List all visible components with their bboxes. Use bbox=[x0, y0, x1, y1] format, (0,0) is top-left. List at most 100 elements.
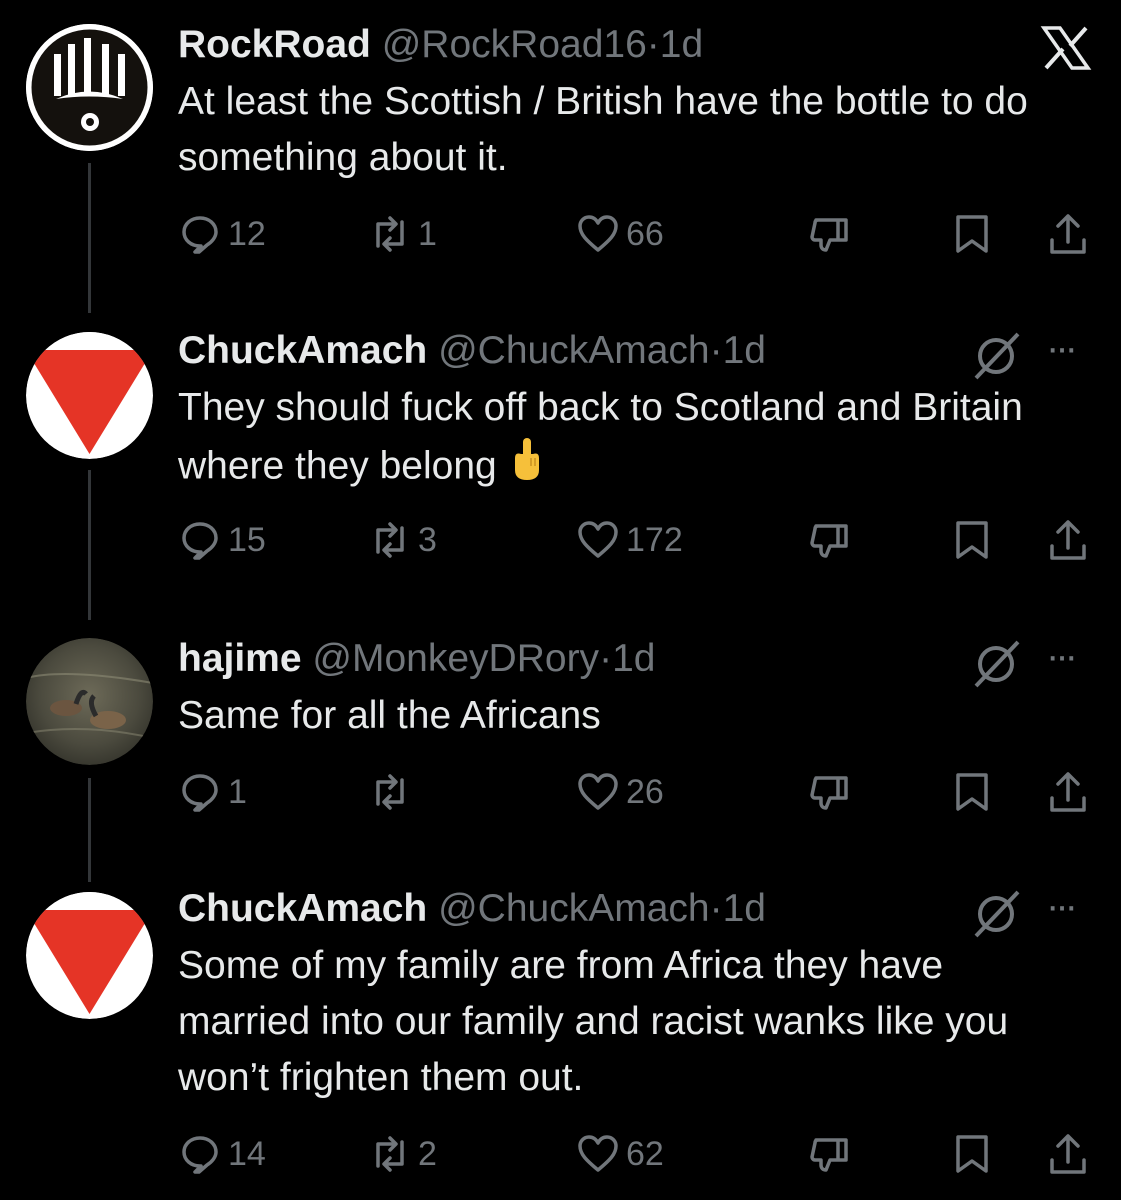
share-button[interactable] bbox=[1046, 210, 1090, 258]
like-count: 62 bbox=[626, 1134, 664, 1173]
thumbs-down-icon bbox=[810, 1138, 848, 1172]
separator: · bbox=[709, 887, 723, 930]
bookmark-icon bbox=[956, 215, 988, 253]
user-handle[interactable]: @ChuckAmach bbox=[438, 329, 710, 372]
tweet-text: Same for all the Africans bbox=[178, 694, 601, 737]
repost-button[interactable]: 3 bbox=[368, 516, 437, 564]
tweet[interactable]: ChuckAmach @ChuckAmach·1d ··· Some of my… bbox=[0, 866, 1121, 1200]
reply-button[interactable]: 12 bbox=[178, 210, 266, 258]
repost-icon bbox=[376, 1136, 404, 1172]
display-name[interactable]: hajime bbox=[178, 637, 302, 680]
timestamp[interactable]: 1d bbox=[612, 637, 655, 680]
dislike-button[interactable] bbox=[808, 516, 852, 564]
like-button[interactable]: 66 bbox=[576, 210, 664, 258]
repost-button[interactable] bbox=[368, 768, 418, 816]
more-options-button[interactable]: ··· bbox=[1046, 636, 1078, 676]
tweet-text-content: They should fuck off back to Scotland an… bbox=[178, 386, 1023, 488]
reply-icon bbox=[182, 1136, 218, 1174]
dislike-button[interactable] bbox=[808, 210, 852, 258]
x-logo-icon bbox=[1040, 24, 1092, 77]
bookmark-icon bbox=[956, 1135, 988, 1173]
display-name[interactable]: ChuckAmach bbox=[178, 887, 427, 930]
avatar[interactable] bbox=[26, 892, 153, 1019]
reply-button[interactable]: 15 bbox=[178, 516, 266, 564]
tweet-header: RockRoad @RockRoad16·1d bbox=[178, 20, 703, 70]
reply-icon bbox=[182, 216, 218, 254]
action-bar: 14 2 62 bbox=[0, 1130, 1121, 1178]
reply-count: 12 bbox=[228, 214, 266, 253]
display-name[interactable]: ChuckAmach bbox=[178, 329, 427, 372]
chuckamach-avatar-image bbox=[26, 332, 153, 459]
thumbs-down-icon bbox=[810, 524, 848, 558]
action-bar: 1 26 bbox=[0, 768, 1121, 816]
dislike-button[interactable] bbox=[808, 768, 852, 816]
tweet-header: ChuckAmach @ChuckAmach·1d bbox=[178, 884, 766, 934]
ducks-avatar-image bbox=[26, 638, 153, 765]
share-icon bbox=[1050, 520, 1086, 560]
repost-button[interactable]: 1 bbox=[368, 210, 437, 258]
bookmark-icon bbox=[956, 521, 988, 559]
heart-icon bbox=[578, 521, 618, 558]
avatar[interactable] bbox=[26, 24, 153, 151]
dislike-button[interactable] bbox=[808, 1130, 852, 1178]
separator: · bbox=[709, 329, 723, 372]
bookmark-button[interactable] bbox=[950, 1130, 994, 1178]
action-bar: 12 1 66 bbox=[0, 210, 1121, 258]
share-icon bbox=[1050, 214, 1086, 254]
timestamp[interactable]: 1d bbox=[660, 23, 703, 66]
separator: · bbox=[646, 23, 660, 66]
tweet-text: At least the Scottish / British have the… bbox=[178, 80, 1028, 179]
tweet[interactable]: hajime @MonkeyDRory·1d ··· Same for all … bbox=[0, 614, 1121, 882]
like-button[interactable]: 172 bbox=[576, 516, 683, 564]
tweet-text: They should fuck off back to Scotland an… bbox=[178, 380, 1101, 500]
display-name[interactable]: RockRoad bbox=[178, 23, 371, 66]
thumbs-down-icon bbox=[810, 776, 848, 810]
bookmark-icon bbox=[956, 773, 988, 811]
heart-icon bbox=[578, 1135, 618, 1172]
bookmark-button[interactable] bbox=[950, 768, 994, 816]
like-button[interactable]: 62 bbox=[576, 1130, 664, 1178]
reply-button[interactable]: 1 bbox=[178, 768, 247, 816]
repost-count: 3 bbox=[418, 520, 437, 559]
tweet[interactable]: ChuckAmach @ChuckAmach·1d ··· They shoul… bbox=[0, 306, 1121, 620]
tweet[interactable]: RockRoad @RockRoad16·1d At least the Sco… bbox=[0, 0, 1121, 313]
timestamp[interactable]: 1d bbox=[723, 329, 766, 372]
user-handle[interactable]: @MonkeyDRory bbox=[312, 637, 599, 680]
avatar[interactable] bbox=[26, 332, 153, 459]
like-count: 26 bbox=[626, 772, 664, 811]
repost-icon bbox=[376, 522, 404, 558]
repost-count: 1 bbox=[418, 214, 437, 253]
share-button[interactable] bbox=[1046, 768, 1090, 816]
timestamp[interactable]: 1d bbox=[723, 887, 766, 930]
thumbs-down-icon bbox=[810, 218, 848, 252]
share-icon bbox=[1050, 772, 1086, 812]
heart-icon bbox=[578, 773, 618, 810]
reply-icon bbox=[182, 522, 218, 560]
heart-icon bbox=[578, 215, 618, 252]
repost-icon bbox=[376, 216, 404, 252]
reply-button[interactable]: 14 bbox=[178, 1130, 266, 1178]
middle-finger-emoji-icon bbox=[511, 436, 543, 500]
bookmark-button[interactable] bbox=[950, 210, 994, 258]
action-bar: 15 3 172 bbox=[0, 516, 1121, 564]
reply-icon bbox=[182, 774, 218, 812]
like-count: 66 bbox=[626, 214, 664, 253]
avatar[interactable] bbox=[26, 638, 153, 765]
more-options-button[interactable]: ··· bbox=[1046, 886, 1078, 926]
like-button[interactable]: 26 bbox=[576, 768, 664, 816]
repost-icon bbox=[376, 774, 404, 810]
repost-button[interactable]: 2 bbox=[368, 1130, 437, 1178]
reply-count: 14 bbox=[228, 1134, 266, 1173]
tweet-header: hajime @MonkeyDRory·1d bbox=[178, 634, 655, 684]
tweet-header: ChuckAmach @ChuckAmach·1d bbox=[178, 326, 766, 376]
user-handle[interactable]: @RockRoad16 bbox=[382, 23, 647, 66]
like-count: 172 bbox=[626, 520, 683, 559]
tweet-text: Some of my family are from Africa they h… bbox=[178, 944, 1009, 1099]
bookmark-button[interactable] bbox=[950, 516, 994, 564]
user-handle[interactable]: @ChuckAmach bbox=[438, 887, 710, 930]
share-button[interactable] bbox=[1046, 516, 1090, 564]
more-options-button[interactable]: ··· bbox=[1046, 328, 1078, 368]
repost-count: 2 bbox=[418, 1134, 437, 1173]
share-button[interactable] bbox=[1046, 1130, 1090, 1178]
rockroad-avatar-image bbox=[26, 24, 153, 151]
